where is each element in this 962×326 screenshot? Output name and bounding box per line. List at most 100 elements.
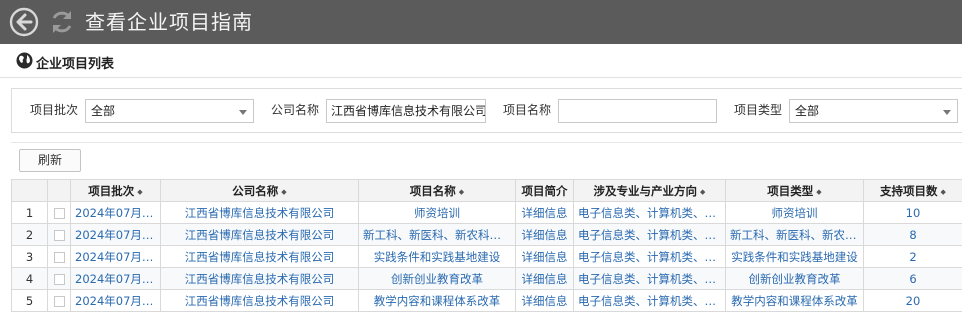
row-number: 5 xyxy=(11,289,48,312)
cell-count: 2 xyxy=(863,245,962,268)
header-intro-label: 项目简介 xyxy=(521,183,568,198)
panel-title: 企业项目列表 xyxy=(36,57,115,72)
row-checkbox[interactable] xyxy=(47,223,71,246)
sort-icon: ◆ xyxy=(137,187,143,196)
detail-link[interactable]: 详细信息 xyxy=(515,289,574,312)
header-type[interactable]: 项目类型 ◆ xyxy=(725,179,864,202)
cell-company: 江西省博库信息技术有限公司 xyxy=(160,267,359,290)
cell-company: 江西省博库信息技术有限公司 xyxy=(160,245,359,268)
header-count[interactable]: 支持项目数 ◆ xyxy=(863,179,962,202)
project-table: 项目批次 ◆ 公司名称 ◆ 项目名称 ◆ 项目简介 涉及专业与产业方向 ◆ 项目类型 ◆ … xyxy=(11,179,962,312)
row-checkbox[interactable] xyxy=(47,245,71,268)
cell-project: 师资培训 xyxy=(358,201,516,224)
globe-icon xyxy=(16,52,33,69)
cell-count: 20 xyxy=(863,289,962,312)
project-type-select[interactable]: 全部 xyxy=(789,99,958,123)
header-batch-label: 项目批次 xyxy=(88,183,135,198)
cell-type: 师资培训 xyxy=(725,201,864,224)
checkbox[interactable] xyxy=(53,273,65,285)
row-number: 3 xyxy=(11,245,48,268)
detail-link[interactable]: 详细信息 xyxy=(515,201,574,224)
cell-majors: 电子信息类、计算机类、教… xyxy=(573,245,726,268)
header-project[interactable]: 项目名称 ◆ xyxy=(358,179,516,202)
row-number: 1 xyxy=(11,201,48,224)
window-title: 查看企业项目指南 xyxy=(85,10,253,34)
header-majors-label: 涉及专业与产业方向 xyxy=(593,183,698,198)
cell-project: 实践条件和实践基地建设 xyxy=(358,245,516,268)
panel-header: 企业项目列表 xyxy=(0,44,962,78)
table-row[interactable]: 5 2024年07月批次 江西省博库信息技术有限公司 教学内容和课程体系改革 详… xyxy=(11,289,962,312)
table-row[interactable]: 3 2024年07月批次 江西省博库信息技术有限公司 实践条件和实践基地建设 详… xyxy=(11,245,962,268)
cell-batch: 2024年07月批次 xyxy=(70,289,161,312)
cell-type: 创新创业教育改革 xyxy=(725,267,864,290)
project-type-select-value: 全部 xyxy=(795,104,820,118)
cell-company: 江西省博库信息技术有限公司 xyxy=(160,223,359,246)
back-arrow-icon[interactable] xyxy=(9,7,39,37)
project-name-input[interactable] xyxy=(558,99,717,123)
cell-majors: 电子信息类、计算机类、教… xyxy=(573,267,726,290)
table-row[interactable]: 2 2024年07月批次 江西省博库信息技术有限公司 新工科、新医科、新农科、…… xyxy=(11,223,962,246)
filter-bar: 项目批次 全部 公司名称 江西省博库信息技术有限公司 项目名称 项目类型 全部 xyxy=(11,88,962,133)
cell-majors: 电子信息类、计算机类、教… xyxy=(573,289,726,312)
table-header-row: 项目批次 ◆ 公司名称 ◆ 项目名称 ◆ 项目简介 涉及专业与产业方向 ◆ 项目类型 ◆ … xyxy=(11,179,962,202)
cell-majors: 电子信息类、计算机类、教… xyxy=(573,223,726,246)
cell-type: 实践条件和实践基地建设 xyxy=(725,245,864,268)
row-number: 4 xyxy=(11,267,48,290)
cell-company: 江西省博库信息技术有限公司 xyxy=(160,289,359,312)
batch-select[interactable]: 全部 xyxy=(85,99,254,123)
sort-icon: ◆ xyxy=(281,187,287,196)
cell-count: 6 xyxy=(863,267,962,290)
chevron-down-icon xyxy=(943,110,951,115)
cell-majors: 电子信息类、计算机类、教… xyxy=(573,201,726,224)
cell-batch: 2024年07月批次 xyxy=(70,245,161,268)
cell-project: 新工科、新医科、新农科、… xyxy=(358,223,516,246)
sort-icon: ◆ xyxy=(816,187,822,196)
row-number: 2 xyxy=(11,223,48,246)
sort-icon: ◆ xyxy=(940,187,946,196)
header-batch[interactable]: 项目批次 ◆ xyxy=(70,179,161,202)
detail-link[interactable]: 详细信息 xyxy=(515,245,574,268)
refresh-icon[interactable] xyxy=(47,7,77,37)
refresh-button[interactable]: 刷新 xyxy=(19,149,81,172)
header-rownum xyxy=(11,179,48,202)
cell-count: 8 xyxy=(863,223,962,246)
cell-count: 10 xyxy=(863,201,962,224)
project-type-label: 项目类型 xyxy=(734,103,783,117)
checkbox[interactable] xyxy=(53,295,65,307)
cell-project: 教学内容和课程体系改革 xyxy=(358,289,516,312)
sort-icon: ◆ xyxy=(458,187,465,196)
title-bar: 查看企业项目指南 xyxy=(0,0,962,44)
checkbox[interactable] xyxy=(53,207,65,219)
cell-batch: 2024年07月批次 xyxy=(70,267,161,290)
header-intro: 项目简介 xyxy=(515,179,574,202)
row-checkbox[interactable] xyxy=(47,267,71,290)
row-checkbox[interactable] xyxy=(47,201,71,224)
table-row[interactable]: 4 2024年07月批次 江西省博库信息技术有限公司 创新创业教育改革 详细信息… xyxy=(11,267,962,290)
cell-type: 教学内容和课程体系改革 xyxy=(725,289,864,312)
header-company[interactable]: 公司名称 ◆ xyxy=(160,179,359,202)
header-type-label: 项目类型 xyxy=(767,183,814,198)
batch-label: 项目批次 xyxy=(30,103,79,117)
chevron-down-icon xyxy=(239,110,247,115)
detail-link[interactable]: 详细信息 xyxy=(515,223,574,246)
sort-icon: ◆ xyxy=(700,187,706,196)
header-checkbox xyxy=(47,179,71,202)
checkbox[interactable] xyxy=(53,229,65,241)
header-majors[interactable]: 涉及专业与产业方向 ◆ xyxy=(573,179,726,202)
cell-batch: 2024年07月批次 xyxy=(70,223,161,246)
checkbox[interactable] xyxy=(53,251,65,263)
table-row[interactable]: 1 2024年07月批次 江西省博库信息技术有限公司 师资培训 详细信息 电子信… xyxy=(11,201,962,224)
cell-project: 创新创业教育改革 xyxy=(358,267,516,290)
divider xyxy=(11,142,962,143)
company-input[interactable]: 江西省博库信息技术有限公司 xyxy=(326,99,486,123)
cell-batch: 2024年07月批次 xyxy=(70,201,161,224)
header-project-label: 项目名称 xyxy=(409,183,456,198)
detail-link[interactable]: 详细信息 xyxy=(515,267,574,290)
cell-company: 江西省博库信息技术有限公司 xyxy=(160,201,359,224)
header-count-label: 支持项目数 xyxy=(880,183,938,198)
row-checkbox[interactable] xyxy=(47,289,71,312)
batch-select-value: 全部 xyxy=(91,104,116,118)
project-name-label: 项目名称 xyxy=(503,103,552,117)
cell-type: 新工科、新医科、新农科… xyxy=(725,223,864,246)
company-label: 公司名称 xyxy=(271,103,320,117)
